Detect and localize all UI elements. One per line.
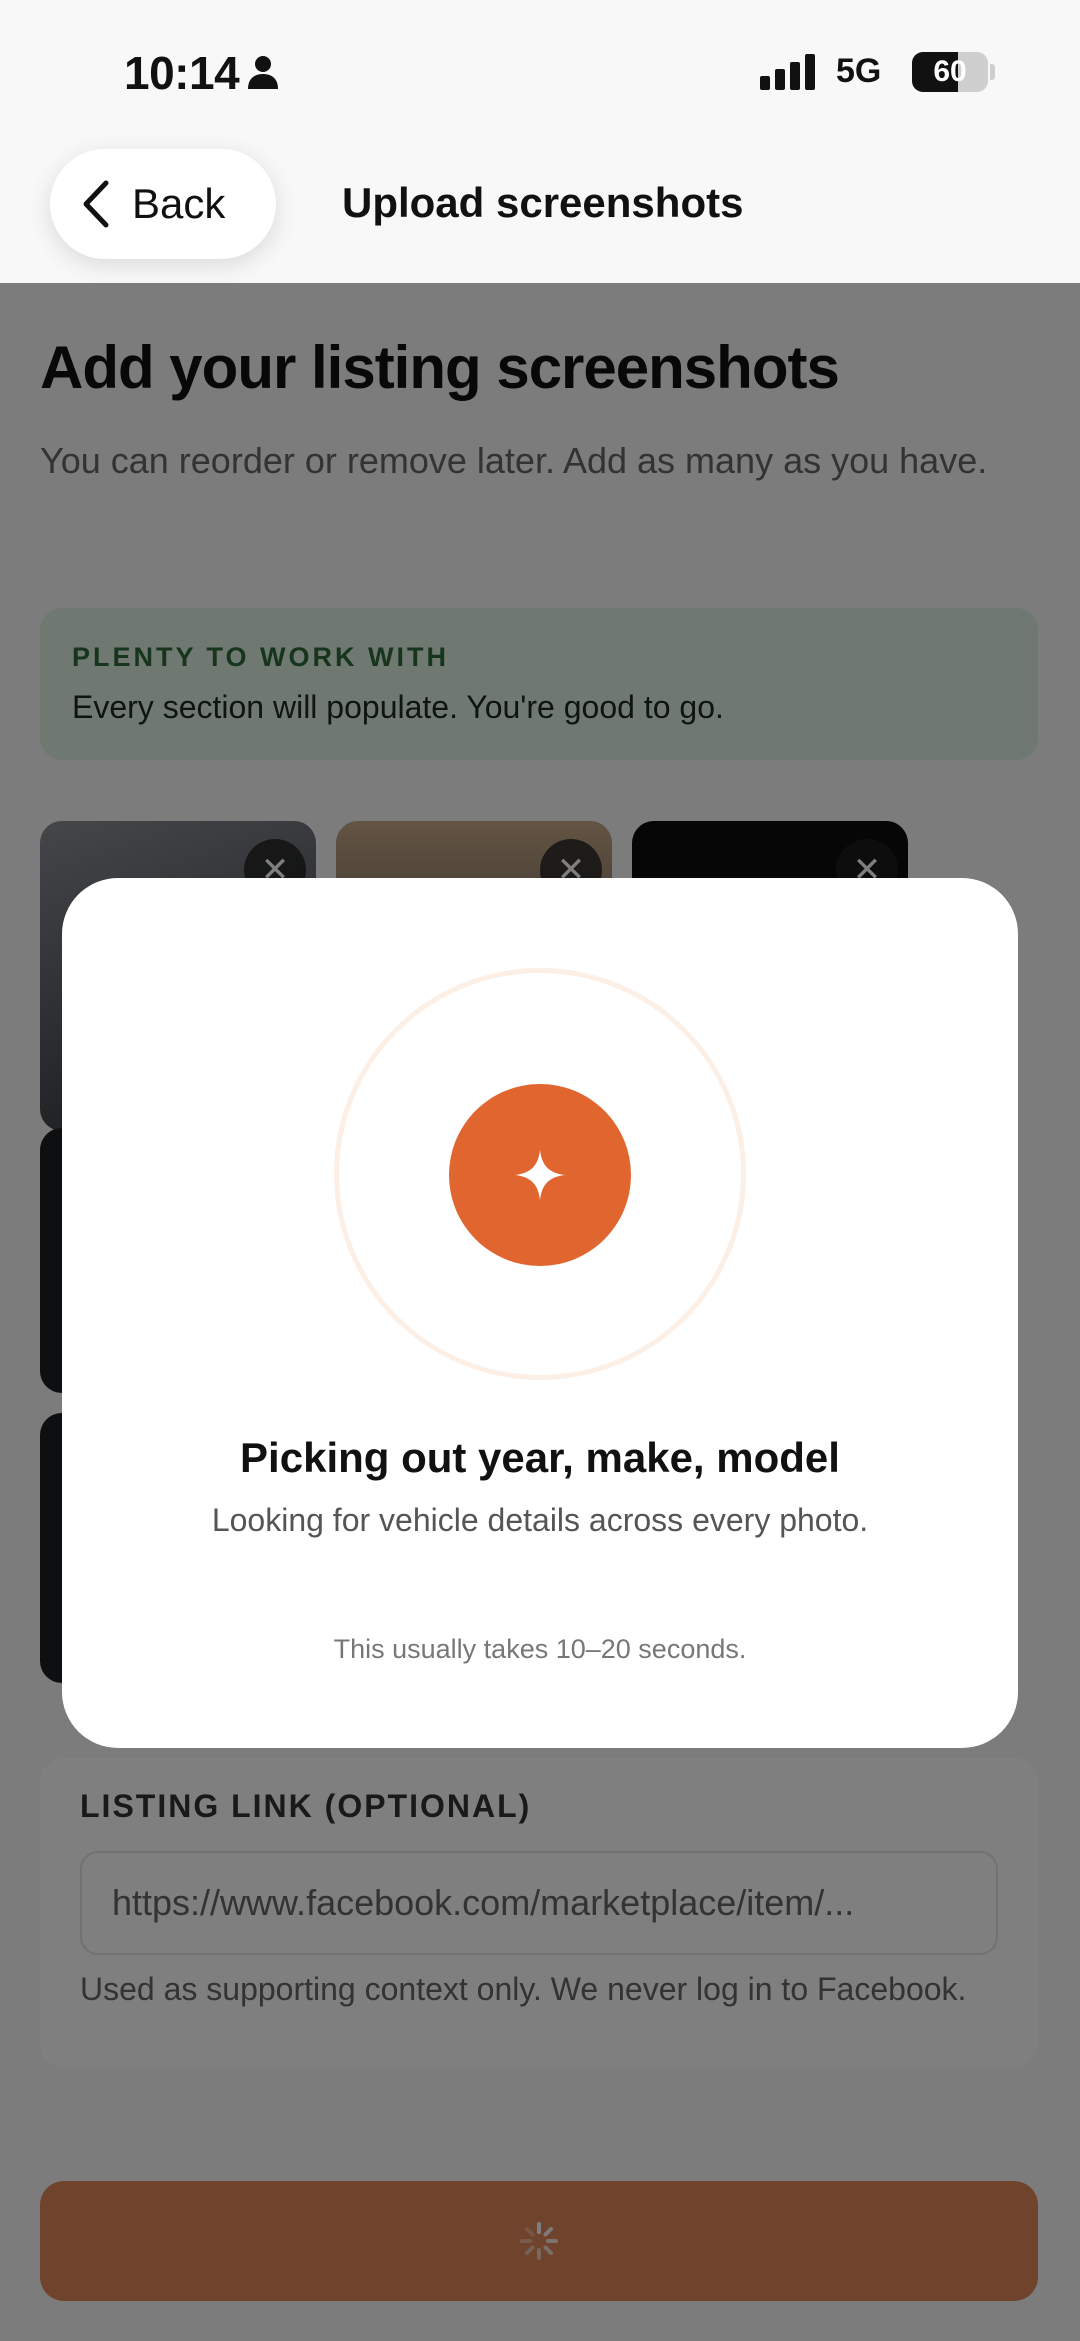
nav-header: Back Upload screenshots [0,145,1080,283]
sparkle-badge [449,1084,631,1266]
modal-subtitle: Looking for vehicle details across every… [211,1502,869,1538]
sparkle-icon [515,1150,565,1200]
back-button[interactable]: Back [50,149,276,259]
modal-note: This usually takes 10–20 seconds. [333,1634,747,1664]
signal-icon [760,54,815,90]
back-button-label: Back [132,180,226,227]
processing-modal: Picking out year, make, model Looking fo… [62,878,1018,1748]
page-header-title: Upload screenshots [342,179,744,226]
network-indicator: 5G [836,52,882,90]
status-time: 10:14 [124,47,240,99]
battery-cap [990,64,995,80]
chevron-left-icon [83,180,109,228]
status-bar: 10:14 5G 60 [0,0,1080,145]
person-icon [248,56,278,89]
modal-title: Picking out year, make, model [240,1434,840,1481]
battery-percent: 60 [933,55,967,88]
battery-icon: 60 [912,52,988,92]
